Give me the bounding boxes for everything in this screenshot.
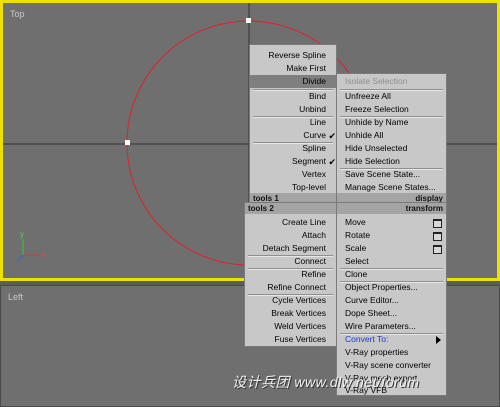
menu-item-save-scene-state[interactable]: Save Scene State... [337, 168, 446, 181]
menu-item-make-first[interactable]: Make First [250, 62, 336, 75]
menu-item-rotate-label: Rotate [345, 230, 371, 240]
menu-item-attach[interactable]: Attach [245, 229, 336, 242]
menu-item-vertex[interactable]: Vertex [250, 168, 336, 181]
menu-item-isolate-selection[interactable]: Isolate Selection [337, 75, 446, 88]
options-box-icon[interactable] [433, 232, 442, 241]
menu-item-curve-editor[interactable]: Curve Editor... [337, 294, 446, 307]
menu-item-curve-label: Curve [303, 130, 326, 140]
menu-item-vray-properties[interactable]: V-Ray properties [337, 346, 446, 359]
quad-header-transform: transform [337, 203, 446, 214]
menu-item-vray-scene-converter[interactable]: V-Ray scene converter [337, 359, 446, 372]
menu-item-fuse-vertices[interactable]: Fuse Vertices [245, 333, 336, 346]
watermark-text: 设计兵团 www.dlw.net/forum [232, 374, 420, 390]
menu-item-detach-segment[interactable]: Detach Segment [245, 242, 336, 255]
menu-item-bind[interactable]: Bind [250, 90, 336, 103]
menu-item-curve-wrap: Curve ✔ [303, 130, 336, 141]
menu-item-move-label: Move [345, 217, 366, 227]
menu-item-divide[interactable]: Divide [250, 75, 336, 88]
menu-item-spline[interactable]: Spline [250, 142, 336, 155]
viewport-left-label[interactable]: Left [8, 292, 23, 302]
menu-item-create-line[interactable]: Create Line [245, 216, 336, 229]
menu-item-convert-to-label: Convert To: [345, 334, 389, 344]
menu-item-wire-parameters[interactable]: Wire Parameters... [337, 320, 446, 333]
menu-item-clone[interactable]: Clone [337, 268, 446, 281]
axis-y-label: y [20, 230, 24, 239]
menu-item-reverse-spline[interactable]: Reverse Spline [250, 49, 336, 62]
menu-item-break-vertices[interactable]: Break Vertices [245, 307, 336, 320]
spline-vertex-top [246, 18, 251, 23]
axis-x-label: x [41, 250, 45, 259]
menu-item-unhide-all[interactable]: Unhide All [337, 129, 446, 142]
menu-item-convert-to[interactable]: Convert To: [337, 333, 446, 346]
menu-item-curve[interactable]: Curve ✔ [250, 129, 336, 142]
menu-item-select[interactable]: Select [337, 255, 446, 268]
menu-item-move[interactable]: Move [337, 216, 446, 229]
menu-item-unhide-by-name[interactable]: Unhide by Name [337, 116, 446, 129]
submenu-arrow-icon [436, 336, 441, 344]
menu-item-weld-vertices[interactable]: Weld Vertices [245, 320, 336, 333]
menu-item-line[interactable]: Line [250, 116, 336, 129]
menu-item-dope-sheet[interactable]: Dope Sheet... [337, 307, 446, 320]
menu-item-refine[interactable]: Refine [245, 268, 336, 281]
menu-item-object-properties[interactable]: Object Properties... [337, 281, 446, 294]
menu-item-segment-wrap: Segment ✔ [291, 156, 336, 167]
quad-header-tools-2: tools 2 [245, 203, 336, 214]
options-box-icon[interactable] [433, 219, 442, 228]
spline-vertex-left [125, 140, 130, 145]
options-box-icon[interactable] [433, 245, 442, 254]
menu-item-unfreeze-all[interactable]: Unfreeze All [337, 90, 446, 103]
menu-item-freeze-selection[interactable]: Freeze Selection [337, 103, 446, 116]
menu-item-segment-label: Segment [291, 156, 326, 166]
quad-menu-tools-1: Reverse Spline Make First Divide Bind Un… [249, 44, 337, 204]
menu-item-cycle-vertices[interactable]: Cycle Vertices [245, 294, 336, 307]
axis-gizmo [16, 239, 39, 262]
menu-item-unbind[interactable]: Unbind [250, 103, 336, 116]
quad-menu-transform: transform Move Rotate Scale Select Clone… [336, 202, 447, 396]
menu-item-scale-label: Scale [345, 243, 367, 253]
menu-item-connect[interactable]: Connect [245, 255, 336, 268]
menu-item-segment[interactable]: Segment ✔ [250, 155, 336, 168]
menu-item-scale[interactable]: Scale [337, 242, 446, 255]
menu-item-hide-selection[interactable]: Hide Selection [337, 155, 446, 168]
menu-item-refine-connect[interactable]: Refine Connect [245, 281, 336, 294]
quad-menu-display: Isolate Selection Unfreeze All Freeze Se… [336, 73, 447, 204]
menu-item-hide-unselected[interactable]: Hide Unselected [337, 142, 446, 155]
menu-item-rotate[interactable]: Rotate [337, 229, 446, 242]
quad-menu-tools-2: tools 2 Create Line Attach Detach Segmen… [244, 202, 337, 347]
